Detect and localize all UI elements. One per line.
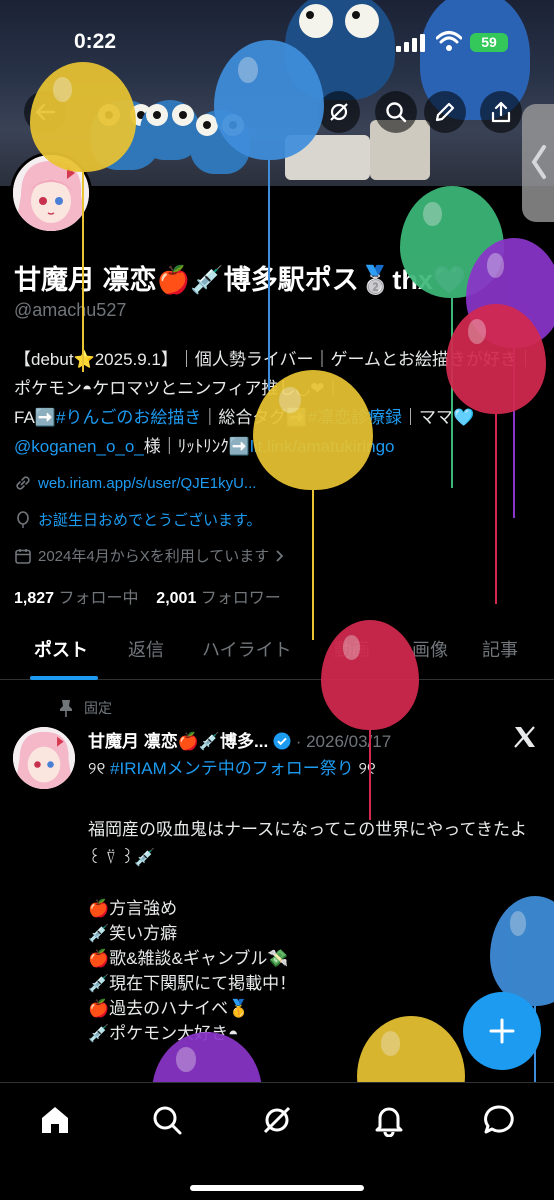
calendar-icon: [15, 548, 31, 564]
post-paragraph: 福岡産の吸血鬼はナースになってこの世界にやってきたよ꒰ ⍢ ꒱💉: [88, 820, 527, 867]
explore-icon[interactable]: [150, 1103, 184, 1137]
bio-text: 様｜ﾘｯﾄﾘﾝｸ➡️: [143, 437, 250, 456]
profile-tabs: ポスト 返信 ハイライト 動画 画像 記事: [0, 628, 554, 680]
post-author-name[interactable]: 甘魔月 凛恋🍎💉博多...: [88, 732, 268, 751]
side-panel-handle[interactable]: [522, 104, 554, 222]
share-button[interactable]: [480, 91, 522, 133]
home-indicator: [190, 1185, 364, 1191]
pencil-icon: [435, 102, 455, 122]
bottom-navigation: [0, 1082, 554, 1200]
active-tab-indicator: [30, 676, 98, 680]
list-item: 💉笑い方癖: [88, 924, 178, 943]
post-author-avatar[interactable]: [13, 727, 75, 789]
followers-label: フォロワー: [200, 590, 281, 607]
pin-icon: [60, 700, 72, 717]
tab-images[interactable]: 画像: [412, 636, 448, 662]
x-logo-icon[interactable]: [512, 724, 538, 750]
following-label: フォロー中: [58, 590, 139, 607]
following-link[interactable]: 1,827 フォロー中: [14, 590, 139, 607]
battery-indicator: 59: [470, 33, 508, 52]
balloon-string: [451, 298, 453, 488]
home-icon[interactable]: [38, 1103, 72, 1137]
followers-link[interactable]: 2,001 フォロワー: [156, 590, 281, 607]
post-text: ୨୧: [353, 759, 376, 778]
balloon: [253, 370, 373, 490]
wifi-icon: [436, 31, 462, 51]
list-item: 🍎歌&雑談&ギャンブル💸: [88, 949, 289, 968]
status-time: 0:22: [74, 30, 117, 53]
balloon-string: [495, 414, 497, 604]
following-count: 1,827: [14, 590, 55, 607]
share-icon: [491, 101, 511, 123]
mention-link[interactable]: @koganen_o_o_: [14, 437, 144, 456]
bio-text: ｜ママ🩵: [402, 408, 475, 427]
chevron-left-icon: [531, 145, 546, 179]
balloon-icon: [17, 510, 29, 528]
chevron-right-icon: [276, 549, 284, 562]
hashtag-link[interactable]: #りんごのお絵描き: [56, 408, 201, 427]
balloon: [214, 40, 324, 160]
grok-nav-icon[interactable]: [260, 1103, 294, 1137]
pinned-label: 固定: [84, 700, 112, 716]
anime-avatar-image: [13, 727, 75, 789]
tab-articles[interactable]: 記事: [482, 636, 518, 662]
verified-icon: [273, 732, 291, 750]
post-hashtag-line: ୨୧ #IRIAMメンテ中のフォロー祭り ୨୧: [88, 756, 538, 781]
list-item: 🍎方言強め: [88, 899, 178, 918]
birthday-row: お誕生日おめでとうございます。: [14, 509, 262, 530]
cellular-signal-icon: [396, 34, 425, 52]
search-icon: [386, 102, 407, 123]
tab-replies[interactable]: 返信: [128, 636, 164, 662]
list-item: 💉現在下関駅にて掲載中！: [88, 974, 297, 993]
followers-count: 2,001: [156, 590, 197, 607]
bio-text: FA➡️: [14, 408, 56, 427]
grok-icon: [330, 103, 348, 121]
tab-posts[interactable]: ポスト: [34, 636, 88, 662]
compose-plus-icon: [489, 1018, 515, 1044]
edit-button[interactable]: [424, 91, 466, 133]
user-handle: @amachu527: [14, 300, 127, 320]
balloon: [30, 62, 136, 172]
balloon: [321, 620, 419, 730]
post-header: 甘魔月 凛恋🍎💉博多... · 2026/03/17: [88, 727, 391, 752]
balloon: [446, 304, 546, 414]
search-button[interactable]: [375, 91, 417, 133]
website-link[interactable]: web.iriam.app/s/user/QJE1kyU...: [38, 475, 256, 492]
compose-button[interactable]: [463, 992, 541, 1070]
balloon-string: [312, 490, 314, 640]
link-icon: [16, 476, 30, 490]
tab-highlights[interactable]: ハイライト: [202, 636, 292, 662]
balloon-string: [82, 172, 84, 372]
balloon-string: [268, 160, 270, 390]
post-text: ୨୧: [88, 759, 111, 778]
pinned-indicator: 固定: [58, 698, 112, 718]
bell-icon[interactable]: [372, 1103, 406, 1137]
grok-button[interactable]: [318, 91, 360, 133]
follow-counts: 1,827 フォロー中 2,001 フォロワー: [14, 584, 281, 608]
post-date: · 2026/03/17: [295, 732, 392, 751]
messages-icon[interactable]: [482, 1103, 516, 1137]
website-row[interactable]: web.iriam.app/s/user/QJE1kyU...: [14, 474, 256, 492]
post-hashtag-link[interactable]: #IRIAMメンテ中のフォロー祭り: [110, 759, 354, 778]
birthday-text: お誕生日おめでとうございます。: [38, 512, 262, 529]
balloon-string: [369, 730, 371, 820]
joined-row[interactable]: 2024年4月からXを利用しています: [14, 545, 285, 566]
joined-date: 2024年4月からXを利用しています: [38, 548, 270, 565]
